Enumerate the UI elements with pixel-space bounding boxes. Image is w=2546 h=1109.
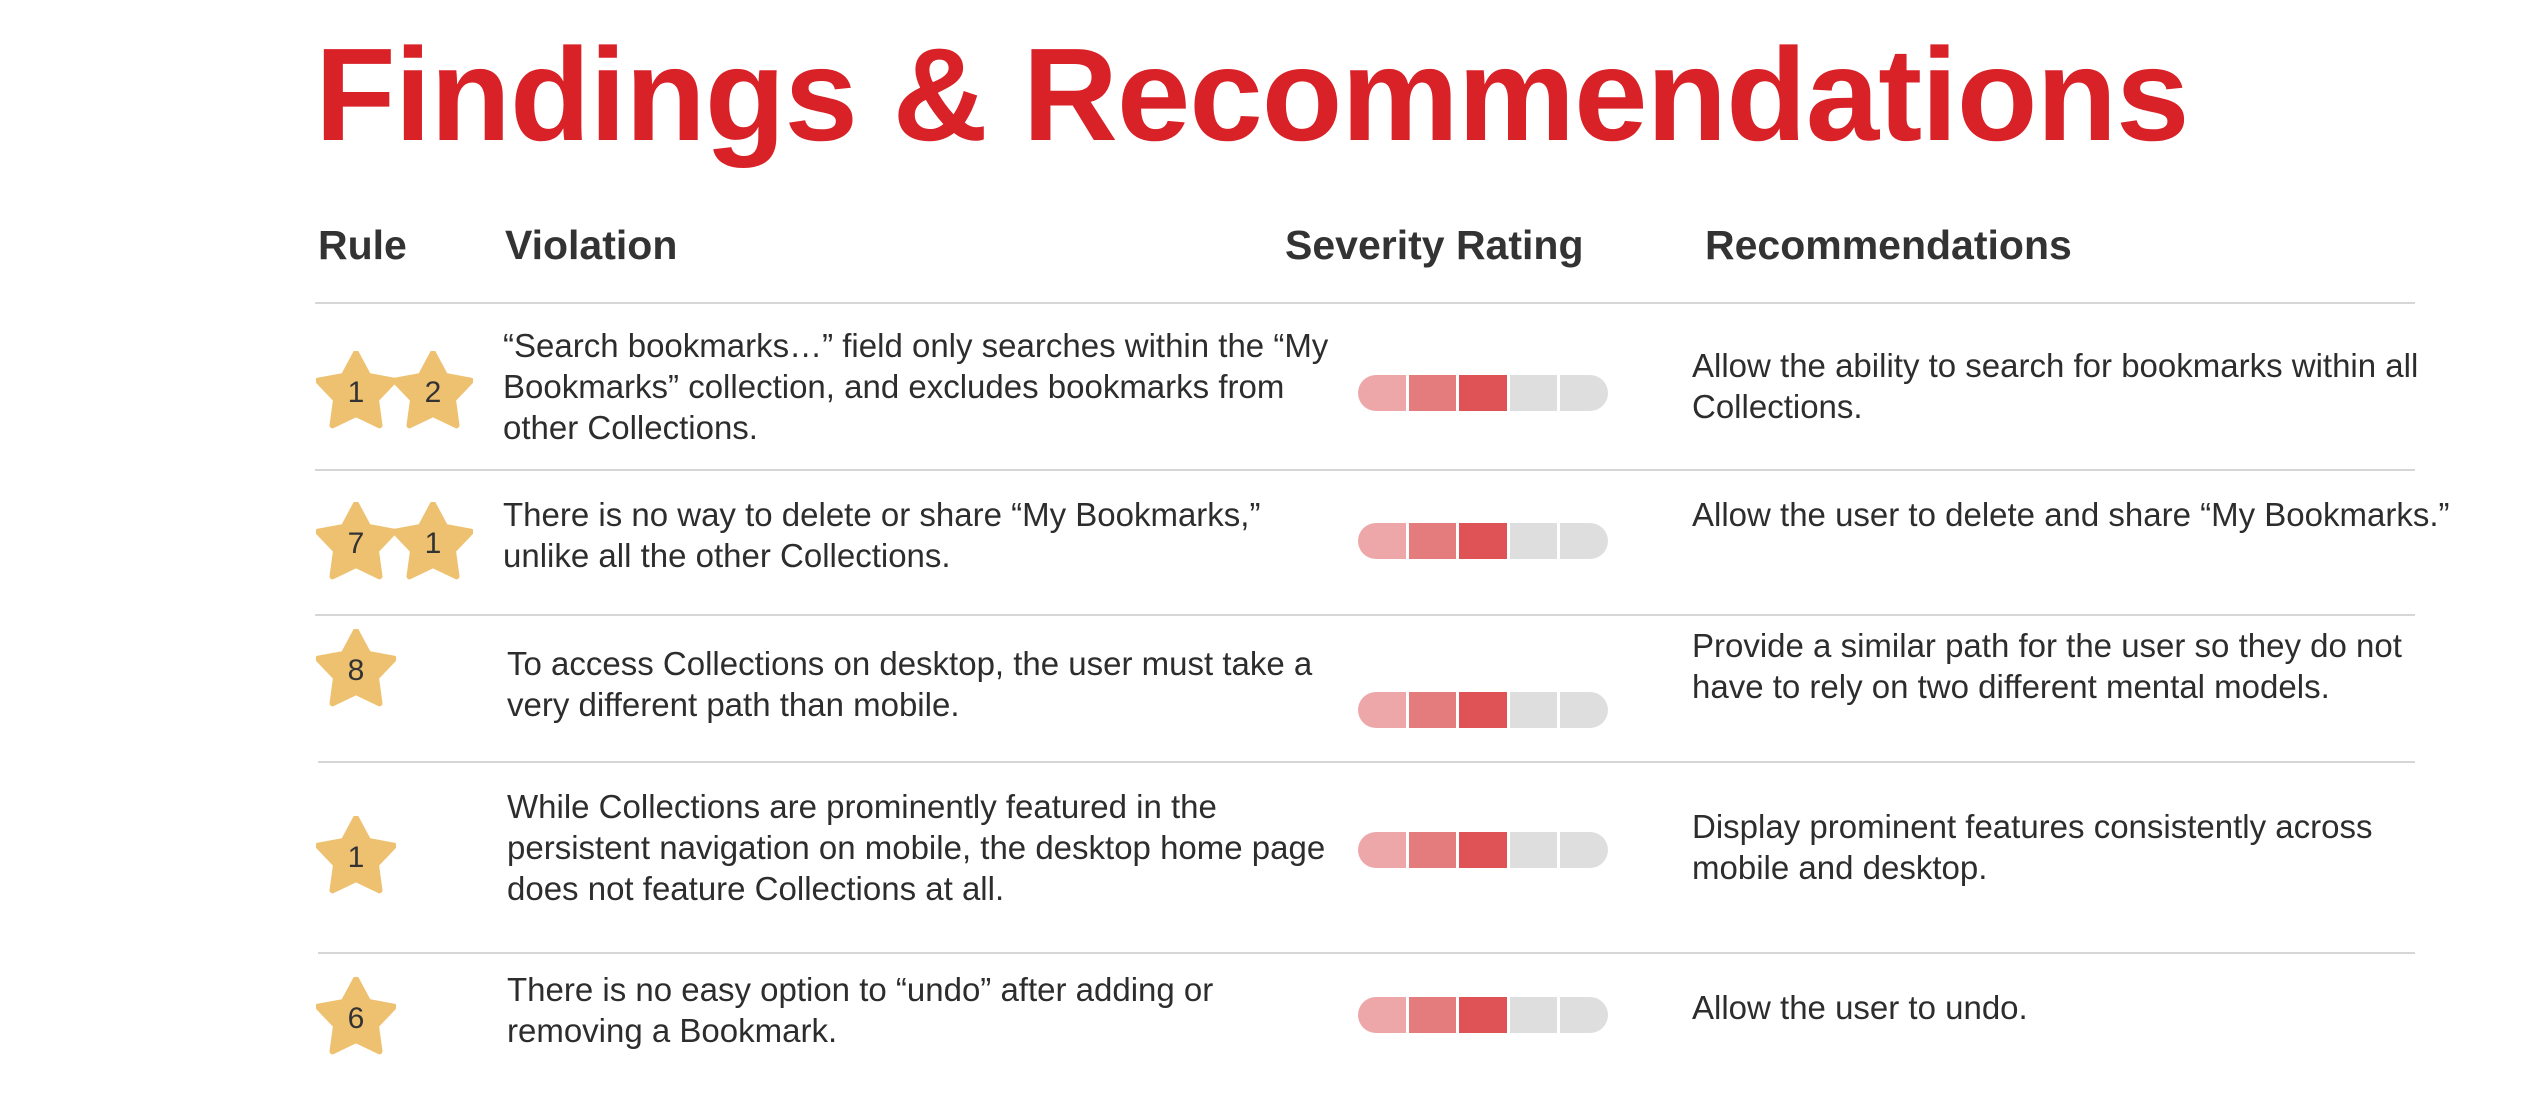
severity-segment-filled [1358,997,1406,1033]
severity-segment-filled [1408,692,1457,728]
severity-segment-empty [1560,997,1608,1033]
severity-segment-empty [1560,523,1608,559]
rule-number: 8 [347,654,365,687]
severity-segment-empty [1509,832,1558,868]
column-header-rule: Rule [318,222,407,268]
rule-number: 7 [347,527,365,560]
severity-segment-filled [1358,692,1406,728]
table-row: 1 While Collections are prominently feat… [0,762,2546,952]
recommendation-text: Provide a similar path for the user so t… [1692,627,2402,705]
rule-star-icon: 7 [316,502,396,580]
severity-segment-empty [1509,523,1558,559]
violation-text: “Search bookmarks…” field only searches … [503,327,1329,446]
column-header-violation: Violation [505,222,678,268]
rule-star-icon: 2 [393,351,473,429]
column-header-recommendations: Recommendations [1705,222,2072,268]
severity-segment-filled [1408,375,1457,411]
rule-star-icon: 6 [316,977,396,1055]
rule-number: 1 [424,527,442,560]
rule-number: 1 [347,376,365,409]
severity-segment-filled [1459,832,1507,868]
rule-star-icon: 1 [393,502,473,580]
rule-number: 6 [347,1002,365,1035]
severity-segment-filled [1358,523,1406,559]
table-row: 1 2 “Search bookmarks…” field only searc… [0,303,2546,469]
severity-segment-empty [1509,375,1558,411]
severity-segment-filled [1459,997,1507,1033]
rule-number: 2 [424,376,442,409]
rule-star-icon: 8 [316,629,396,707]
severity-segment-filled [1408,523,1457,559]
column-header-severity: Severity Rating [1285,222,1584,268]
severity-segment-filled [1459,375,1507,411]
violation-text: While Collections are prominently featur… [507,788,1326,907]
severity-segment-filled [1408,832,1457,868]
table-row: 7 1 There is no way to delete or share “… [0,470,2546,614]
violation-text: There is no easy option to “undo” after … [507,971,1214,1049]
recommendation-text: Allow the user to delete and share “My B… [1692,496,2450,533]
severity-segment-empty [1509,692,1558,728]
severity-segment-filled [1358,832,1406,868]
page-title: Findings & Recommendations [315,21,2189,168]
recommendation-text: Display prominent features consistently … [1692,808,2373,886]
recommendation-text: Allow the user to undo. [1692,989,2028,1026]
severity-segment-empty [1560,692,1608,728]
severity-segment-filled [1358,375,1406,411]
recommendation-text: Allow the ability to search for bookmark… [1692,347,2419,425]
rule-star-icon: 1 [316,351,396,429]
severity-rating-bar [1358,375,1608,411]
rule-number: 1 [347,841,365,874]
severity-rating-bar [1358,832,1608,868]
rule-star-icon: 1 [316,816,396,894]
severity-segment-filled [1459,692,1507,728]
severity-rating-bar [1358,997,1608,1033]
severity-segment-filled [1408,997,1457,1033]
violation-text: There is no way to delete or share “My B… [503,496,1261,574]
severity-rating-bar [1358,523,1608,559]
table-row: 6 There is no easy option to “undo” afte… [0,953,2546,1103]
table-row: 8 To access Collections on desktop, the … [0,615,2546,761]
severity-segment-empty [1560,375,1608,411]
violation-text: To access Collections on desktop, the us… [507,645,1313,723]
severity-segment-filled [1459,523,1507,559]
severity-rating-bar [1358,692,1608,728]
severity-segment-empty [1560,832,1608,868]
severity-segment-empty [1509,997,1558,1033]
